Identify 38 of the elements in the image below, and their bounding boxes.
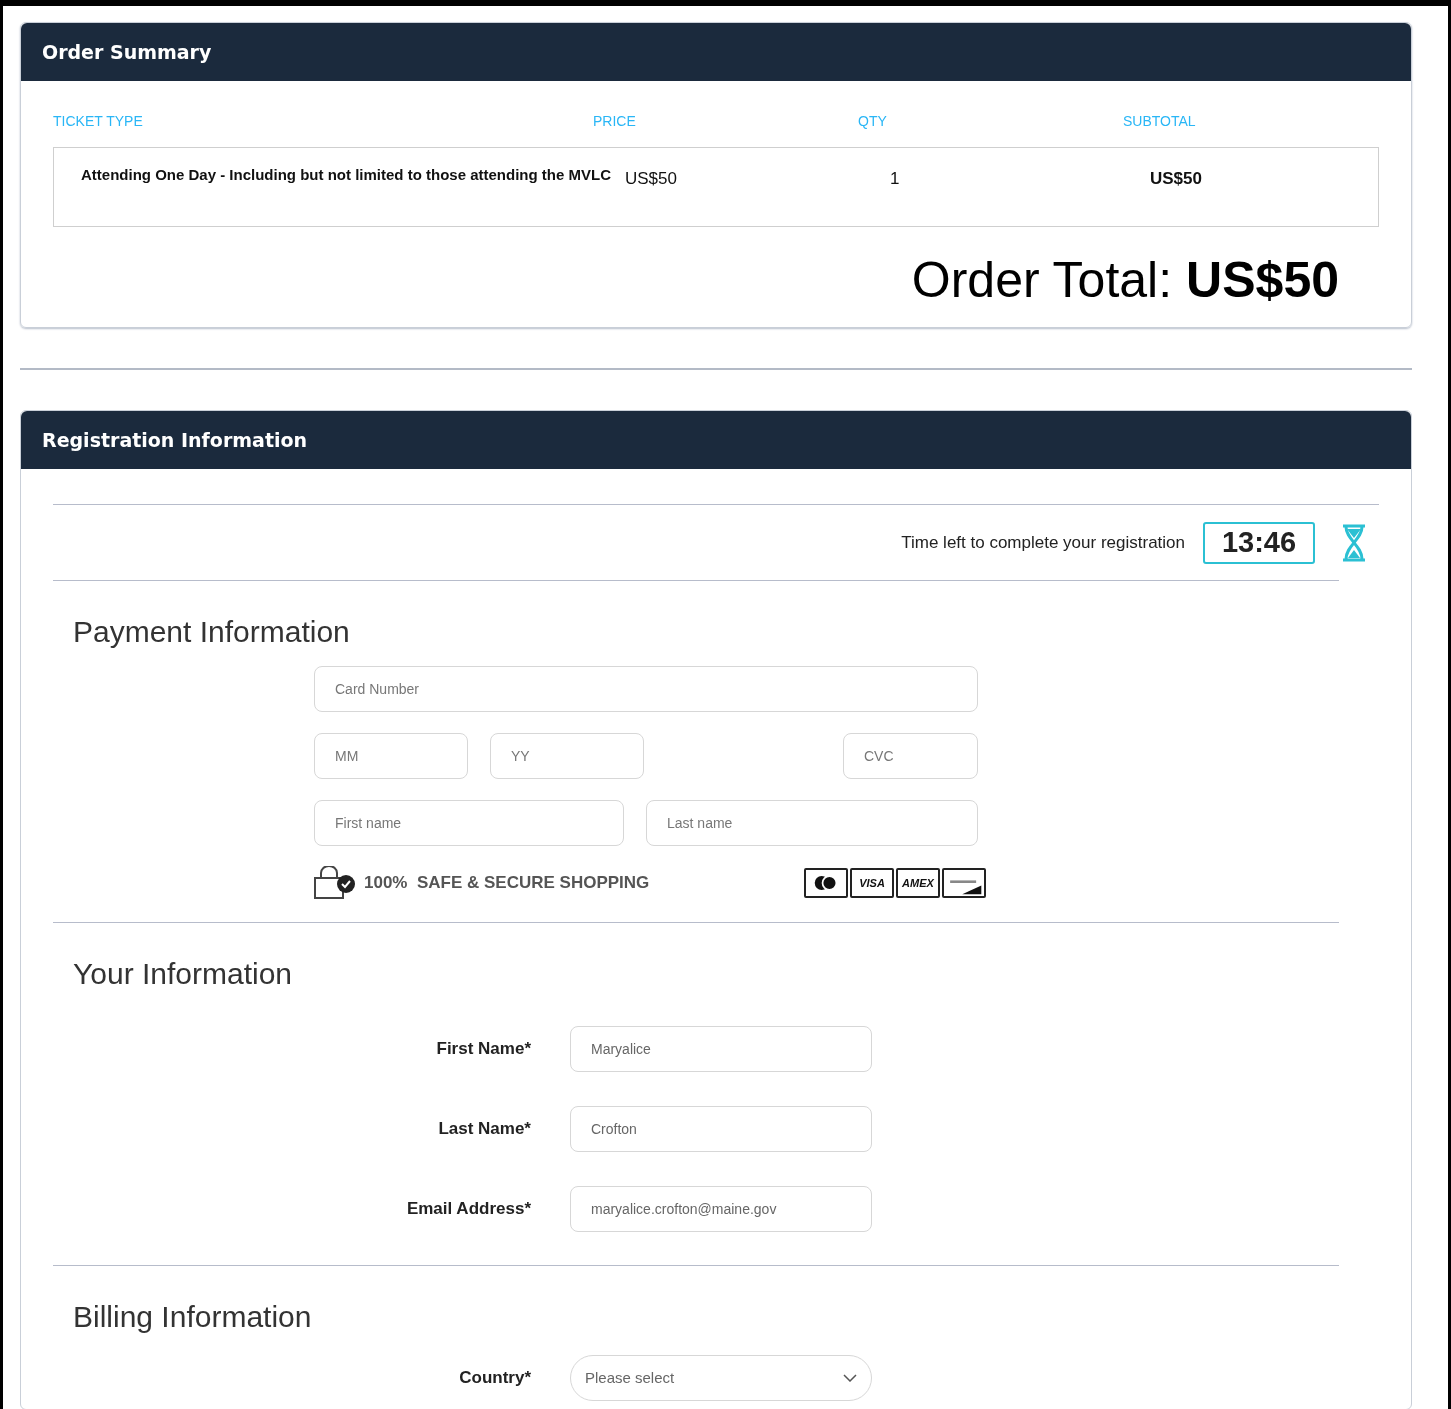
field-label: First Name*	[435, 1038, 531, 1061]
column-header: TICKET TYPE	[53, 112, 144, 131]
card-title: Order Summary	[42, 39, 212, 65]
table-cell-text: US$50	[625, 168, 678, 190]
input-field[interactable]: YY	[490, 733, 644, 779]
card-title: Registration Information	[42, 427, 308, 453]
secure-shopping-text: 100% SAFE & SECURE SHOPPING	[364, 872, 650, 895]
input-field[interactable]: First name	[314, 800, 624, 846]
field-label: Last Name*	[437, 1118, 531, 1141]
field-label: Country*	[458, 1367, 531, 1390]
input-field[interactable]: maryalice.crofton@maine.gov	[570, 1186, 872, 1232]
column-header: PRICE	[593, 112, 637, 131]
card-logo-icon	[804, 868, 848, 898]
order-total-label: Order Total:	[911, 255, 1173, 305]
card-logo: VISA	[850, 868, 894, 898]
padlock-icon	[314, 866, 356, 900]
input-field[interactable]: Last name	[646, 800, 978, 846]
timer-display: 13:46	[1203, 521, 1315, 564]
table-cell-text: 1	[890, 168, 901, 190]
card-logo: AMEX	[896, 868, 940, 898]
card-logo-icon	[942, 868, 986, 898]
table-cell-text: US$50	[1150, 168, 1203, 190]
input-field[interactable]: CVC	[843, 733, 978, 779]
section-title: Payment Information	[73, 614, 351, 650]
input-field[interactable]: Card Number	[314, 666, 978, 712]
timer-label: Time left to complete your registration	[901, 531, 1185, 554]
input-field[interactable]: Maryalice	[570, 1026, 872, 1072]
order-total-value: US$50	[1186, 255, 1339, 305]
table-cell-text: Attending One Day - Including but not limited to those attending the MVLC	[81, 166, 612, 185]
section-title: Billing Information	[73, 1299, 313, 1335]
column-header: SUBTOTAL	[1123, 112, 1197, 131]
input-field[interactable]: MM	[314, 733, 468, 779]
chevron-down-icon	[843, 1374, 857, 1382]
section-title: Your Information	[73, 956, 294, 992]
column-header: QTY	[858, 112, 888, 131]
input-field[interactable]: Crofton	[570, 1106, 872, 1152]
field-label: Email Address*	[405, 1198, 531, 1221]
hourglass-icon	[1341, 523, 1367, 562]
